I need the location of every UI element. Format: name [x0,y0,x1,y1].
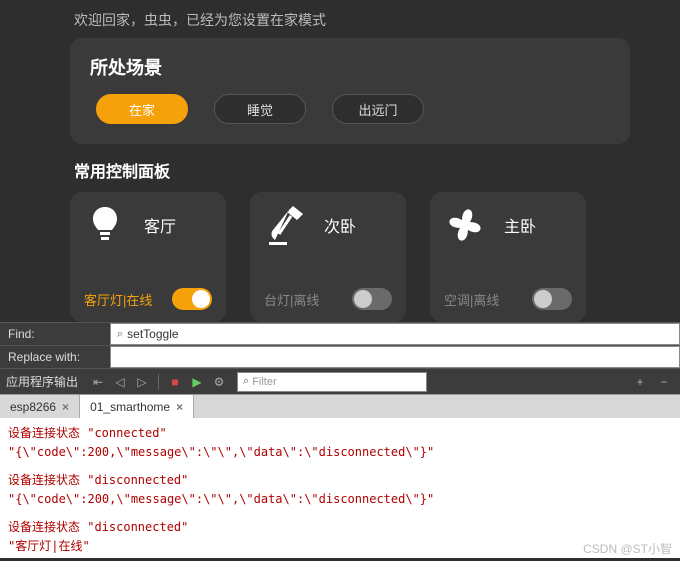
find-label: Find: [0,323,110,345]
scene-btn-home[interactable]: 在家 [96,94,188,124]
card-status: 台灯|离线 [264,290,319,309]
step-icon[interactable]: ⇤ [88,372,108,392]
log-line: 设备连接状态 "connected" [8,424,672,442]
scene-btn-away[interactable]: 出远门 [332,94,424,124]
find-bar: Find: ⌕ setToggle [0,322,680,345]
search-icon: ⌕ [243,375,249,388]
card-status: 空调|离线 [444,290,499,309]
lamp-icon [264,204,306,246]
card-status: 客厅灯|在线 [84,290,152,309]
output-label: 应用程序输出 [6,373,78,390]
replace-bar: Replace with: [0,345,680,368]
tab-esp8266[interactable]: esp8266 × [0,395,80,418]
tab-label: 01_smarthome [90,400,170,414]
toggle-secondbedroom[interactable] [352,288,392,310]
scene-title: 所处场景 [90,54,610,80]
card-livingroom: 客厅 客厅灯|在线 [70,192,226,322]
card-room-label: 客厅 [144,213,176,237]
log-line: "{\"code\":200,\"message\":\"\",\"data\"… [8,443,672,461]
filter-input[interactable]: ⌕ Filter [237,372,427,392]
log-line: 设备连接状态 "disconnected" [8,518,672,536]
card-secondbedroom: 次卧 台灯|离线 [250,192,406,322]
filter-placeholder: Filter [252,376,276,388]
prev-icon[interactable]: ◁ [110,372,130,392]
toggle-livingroom[interactable] [172,288,212,310]
output-tabs: esp8266 × 01_smarthome × [0,394,680,418]
log-line: "{\"code\":200,\"message\":\"\",\"data\"… [8,490,672,508]
minus-icon[interactable]: − [654,372,674,392]
log-line: "客厅灯|在线" [8,537,672,555]
next-icon[interactable]: ▷ [132,372,152,392]
fan-icon [444,204,486,246]
replace-input[interactable] [110,346,680,368]
smarthome-preview: 欢迎回家，虫虫，已经为您设置在家模式 所处场景 在家 睡觉 出远门 常用控制面板… [0,0,680,322]
scene-buttons: 在家 睡觉 出远门 [90,94,610,124]
gear-icon[interactable]: ⚙ [209,372,229,392]
search-icon: ⌕ [117,328,123,341]
stop-icon[interactable]: ■ [165,372,185,392]
log-line: 设备连接状态 "disconnected" [8,471,672,489]
panel-title: 常用控制面板 [70,158,630,182]
bulb-icon [84,204,126,246]
plus-icon[interactable]: + [630,372,650,392]
card-room-label: 次卧 [324,213,356,237]
close-icon[interactable]: × [176,400,183,414]
card-masterbedroom: 主卧 空调|离线 [430,192,586,322]
toggle-masterbedroom[interactable] [532,288,572,310]
scene-btn-sleep[interactable]: 睡觉 [214,94,306,124]
find-input[interactable]: ⌕ setToggle [110,323,680,345]
scene-panel: 所处场景 在家 睡觉 出远门 [70,38,630,144]
close-icon[interactable]: × [62,400,69,414]
tab-label: esp8266 [10,400,56,414]
console-output[interactable]: 设备连接状态 "connected" "{\"code\":200,\"mess… [0,418,680,558]
tab-smarthome[interactable]: 01_smarthome × [80,395,194,418]
device-cards: 客厅 客厅灯|在线 次卧 台灯|离线 [70,192,630,322]
welcome-text: 欢迎回家，虫虫，已经为您设置在家模式 [70,10,630,30]
card-room-label: 主卧 [504,213,536,237]
replace-label: Replace with: [0,346,110,368]
run-icon[interactable]: ▶ [187,372,207,392]
find-value: setToggle [127,327,178,341]
output-toolbar: 应用程序输出 ⇤ ◁ ▷ ■ ▶ ⚙ ⌕ Filter + − [0,368,680,394]
separator [158,374,159,390]
